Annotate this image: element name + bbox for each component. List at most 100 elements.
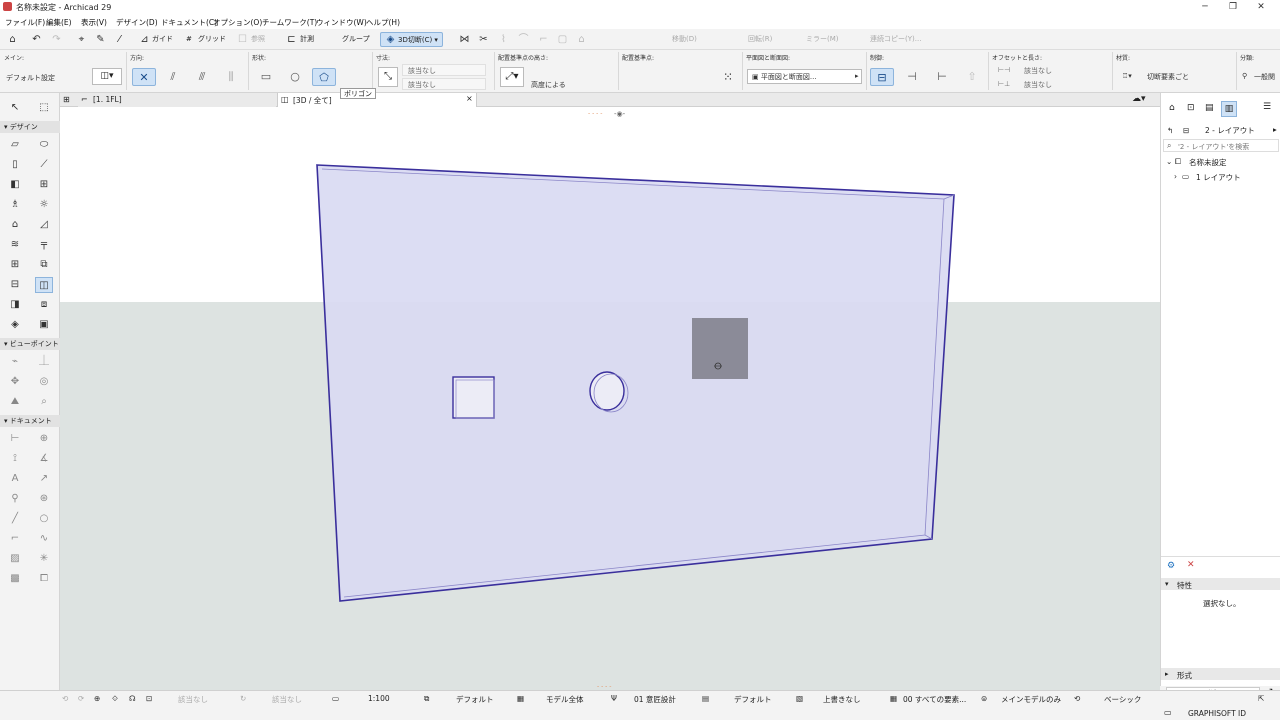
grid-icon[interactable]: # bbox=[186, 32, 192, 47]
opening-tool-icon[interactable]: ◫ bbox=[35, 277, 53, 293]
adjust-icon[interactable]: ⋈ bbox=[458, 33, 471, 46]
direction-cut-both-button[interactable]: ✕ bbox=[132, 68, 156, 86]
offset-value-2[interactable]: 該当なし bbox=[1024, 80, 1052, 90]
trim-icon[interactable]: ✂ bbox=[477, 33, 490, 46]
account-panel-icon[interactable]: ▭ bbox=[1164, 708, 1172, 717]
tab-overview-icon[interactable]: ⊞ bbox=[63, 95, 70, 104]
redo-icon[interactable]: ↷ bbox=[50, 33, 63, 46]
detail-tool-icon[interactable]: ⛰ bbox=[6, 394, 24, 410]
menu-document[interactable]: ドキュメント(C) bbox=[161, 17, 217, 28]
zoom-in-icon[interactable]: ⊕ bbox=[94, 694, 100, 703]
direction-cut-a-button[interactable]: ⫽ bbox=[161, 68, 185, 86]
fill-tool-icon[interactable]: ▨ bbox=[6, 551, 24, 567]
tree-root-item[interactable]: 名称未設定 bbox=[1189, 157, 1227, 168]
column-tool-icon[interactable]: ▯ bbox=[6, 157, 24, 173]
wall-panel[interactable] bbox=[316, 164, 955, 602]
publisher-set-dropdown[interactable]: 2 - レイアウト bbox=[1205, 125, 1255, 136]
model-view-value[interactable]: モデル全体 bbox=[546, 694, 584, 705]
fillet-icon[interactable]: ⌒ bbox=[517, 33, 530, 46]
menu-view[interactable]: 表示(V) bbox=[81, 17, 107, 28]
design-option-value[interactable]: 01 意匠設計 bbox=[634, 694, 676, 705]
home-icon[interactable]: ⌂ bbox=[6, 33, 19, 46]
figure-tool-icon[interactable]: ▩ bbox=[6, 571, 24, 587]
railing-tool-icon[interactable]: ╤ bbox=[35, 237, 53, 253]
label-tool-icon[interactable]: ↗ bbox=[35, 471, 53, 487]
layout-book-icon[interactable]: ▤ bbox=[1205, 103, 1214, 113]
menu-design[interactable]: デザイン(D) bbox=[116, 17, 158, 28]
zoom-back-icon[interactable]: ⟲ bbox=[62, 694, 68, 703]
hotspot-tool-icon[interactable]: ✳ bbox=[35, 551, 53, 567]
control-button-1[interactable]: ⊟ bbox=[870, 68, 894, 86]
line-tool-icon[interactable]: ╱ bbox=[6, 511, 24, 527]
text-tool-icon[interactable]: A bbox=[6, 471, 24, 487]
view-map-icon[interactable]: ⊡ bbox=[1187, 103, 1195, 113]
beam-tool-icon[interactable]: ⟋ bbox=[35, 157, 53, 173]
door-tool-icon[interactable]: ◧ bbox=[6, 177, 24, 193]
morph-tool-icon[interactable]: ⧈ bbox=[35, 297, 53, 313]
close-icon[interactable]: ✕ bbox=[1248, 0, 1274, 14]
drawing-tool-icon[interactable]: ⧠ bbox=[35, 571, 53, 587]
format-header[interactable]: ▸ 形式 bbox=[1161, 668, 1280, 680]
status-na-1[interactable]: 該当なし bbox=[178, 694, 208, 705]
object-tool-icon[interactable]: ♗ bbox=[6, 197, 24, 213]
model-only-value[interactable]: メインモデルのみ bbox=[1001, 694, 1061, 705]
pen-set-value[interactable]: デフォルト bbox=[734, 694, 772, 705]
minimize-icon[interactable]: ─ bbox=[1192, 0, 1218, 14]
mesh-tool-icon[interactable]: ⧉ bbox=[35, 257, 53, 273]
menu-help[interactable]: ヘルプ(H) bbox=[366, 17, 400, 28]
walk-icon[interactable]: ☊ bbox=[129, 694, 136, 703]
camera-tool-icon[interactable]: ⌕ bbox=[35, 394, 53, 410]
worksheet-tool-icon[interactable]: ◎ bbox=[35, 374, 53, 390]
measure-icon[interactable]: ⊏ bbox=[285, 33, 298, 46]
anchor-height-value[interactable]: 高度による bbox=[531, 80, 566, 90]
dimension-tool-icon[interactable]: ⊢ bbox=[6, 431, 24, 447]
stair-tool-icon[interactable]: ≋ bbox=[6, 237, 24, 253]
close-tab-icon[interactable]: × bbox=[466, 94, 473, 103]
marquee-tool-icon[interactable]: ⬚ bbox=[35, 100, 53, 116]
3d-viewport[interactable]: - - - - -◉- - - - - bbox=[60, 107, 1160, 690]
mirror-button[interactable]: ミラー(M) bbox=[806, 32, 839, 47]
group-button[interactable]: グループ bbox=[342, 32, 370, 47]
angle-dimension-tool-icon[interactable]: ∡ bbox=[35, 451, 53, 467]
slab-tool-icon[interactable]: ⬭ bbox=[35, 137, 53, 153]
menu-file[interactable]: ファイル(F) bbox=[5, 17, 45, 28]
anchor-point-grid-icon[interactable]: ⁙ bbox=[718, 68, 738, 86]
multiply-button[interactable]: 連続コピー(Y)... bbox=[870, 32, 921, 47]
section-tool-icon[interactable]: ⌁ bbox=[6, 354, 24, 370]
elevate-icon[interactable]: ⌂ bbox=[575, 33, 588, 46]
design-section-header[interactable]: ▾ デザイン bbox=[0, 121, 60, 133]
curtain-wall-tool-icon[interactable]: ⊞ bbox=[6, 257, 24, 273]
menu-edit[interactable]: 編集(E) bbox=[46, 17, 72, 28]
resize-icon[interactable]: ▢ bbox=[556, 33, 569, 46]
offset-icon[interactable]: ⌐ bbox=[537, 33, 550, 46]
navigator-menu-icon[interactable]: ☰ bbox=[1263, 102, 1271, 112]
window-tool-icon[interactable]: ⊞ bbox=[35, 177, 53, 193]
circle-opening[interactable] bbox=[589, 371, 625, 411]
material-icon[interactable]: ♖▾ bbox=[1122, 72, 1132, 80]
tree-child-item[interactable]: 1 レイアウト bbox=[1196, 172, 1241, 183]
menu-teamwork[interactable]: チームワーク(T) bbox=[262, 17, 317, 28]
override-value[interactable]: 上書きなし bbox=[823, 694, 861, 705]
split-icon[interactable]: ⌇ bbox=[497, 33, 510, 46]
direction-cut-none-button[interactable]: ⫼ bbox=[219, 68, 243, 86]
reference-icon[interactable]: ☐ bbox=[236, 33, 249, 46]
go-up-icon[interactable]: ↰ bbox=[1167, 126, 1173, 135]
resize-grip-icon[interactable]: ⇱ bbox=[1258, 694, 1264, 703]
project-map-icon[interactable]: ⌂ bbox=[1169, 103, 1175, 113]
shape-polygon-button[interactable]: ⬠ bbox=[312, 68, 336, 86]
shape-circle-button[interactable]: ○ bbox=[283, 68, 307, 86]
corner-window-tool-icon[interactable]: ◈ bbox=[6, 317, 24, 333]
control-button-3[interactable]: ⊢ bbox=[930, 68, 954, 86]
spline-tool-icon[interactable]: ∿ bbox=[35, 531, 53, 547]
interior-elevation-tool-icon[interactable]: ✥ bbox=[6, 374, 24, 390]
roof-tool-icon[interactable]: ⌂ bbox=[6, 217, 24, 233]
orbit-icon[interactable]: ⟐ bbox=[112, 694, 118, 704]
search-input[interactable]: '2 - レイアウト'を検索 bbox=[1178, 142, 1249, 152]
viewpoint-section-header[interactable]: ▾ ビューポイント bbox=[0, 338, 60, 350]
reference-button[interactable]: 参照 bbox=[251, 32, 265, 47]
guide-icon[interactable]: ⊿ bbox=[138, 33, 151, 46]
delete-icon[interactable]: ✕ bbox=[1187, 560, 1195, 570]
shell-tool-icon[interactable]: ◿ bbox=[35, 217, 53, 233]
status-na-2[interactable]: 該当なし bbox=[272, 694, 302, 705]
circle-tool-icon[interactable]: ○ bbox=[35, 511, 53, 527]
